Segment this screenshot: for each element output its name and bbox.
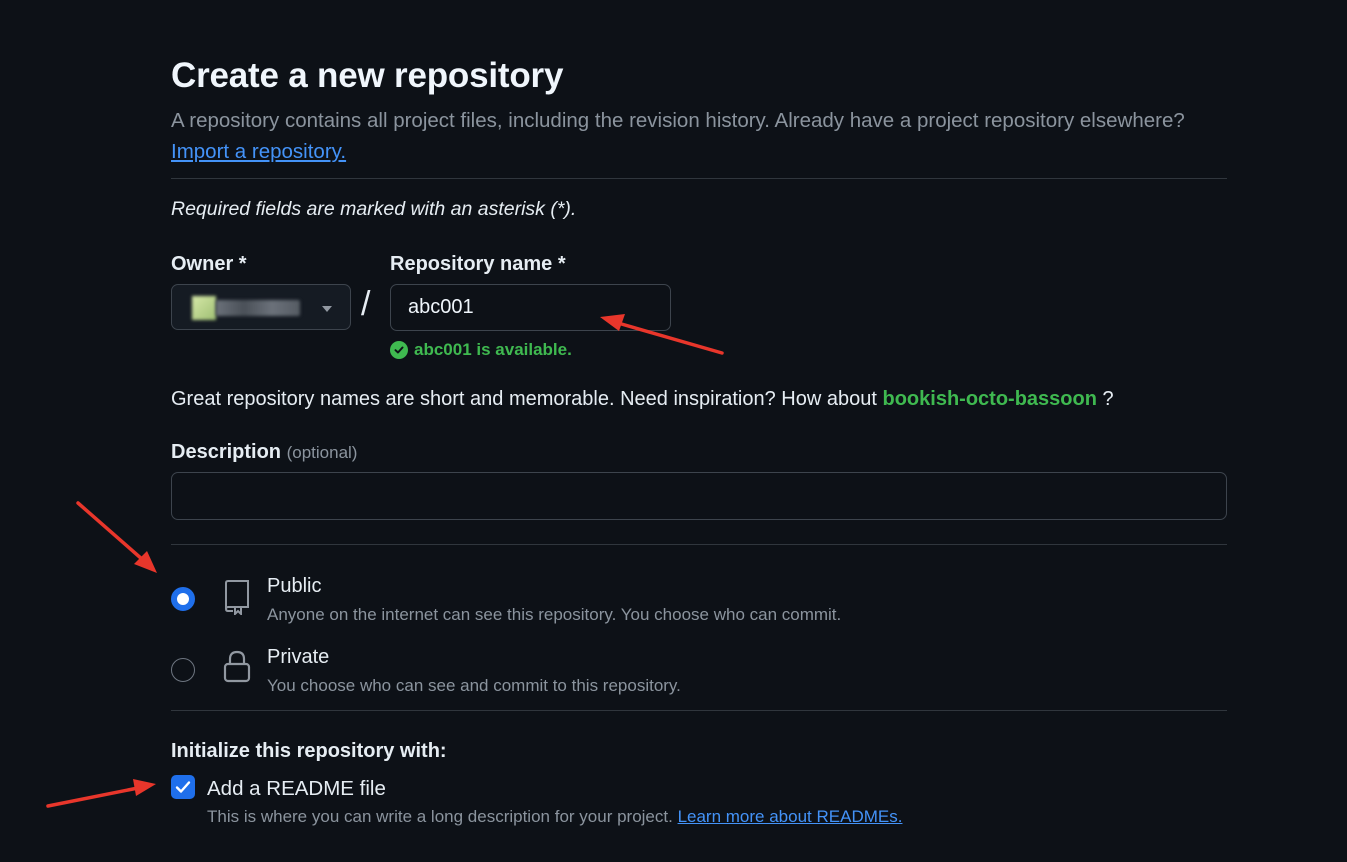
arrow-to-public-radio: [76, 501, 157, 573]
arrow-to-repo-name: [600, 314, 724, 355]
arrow-to-readme-checkbox: [46, 779, 156, 808]
annotation-arrows: [46, 314, 724, 808]
